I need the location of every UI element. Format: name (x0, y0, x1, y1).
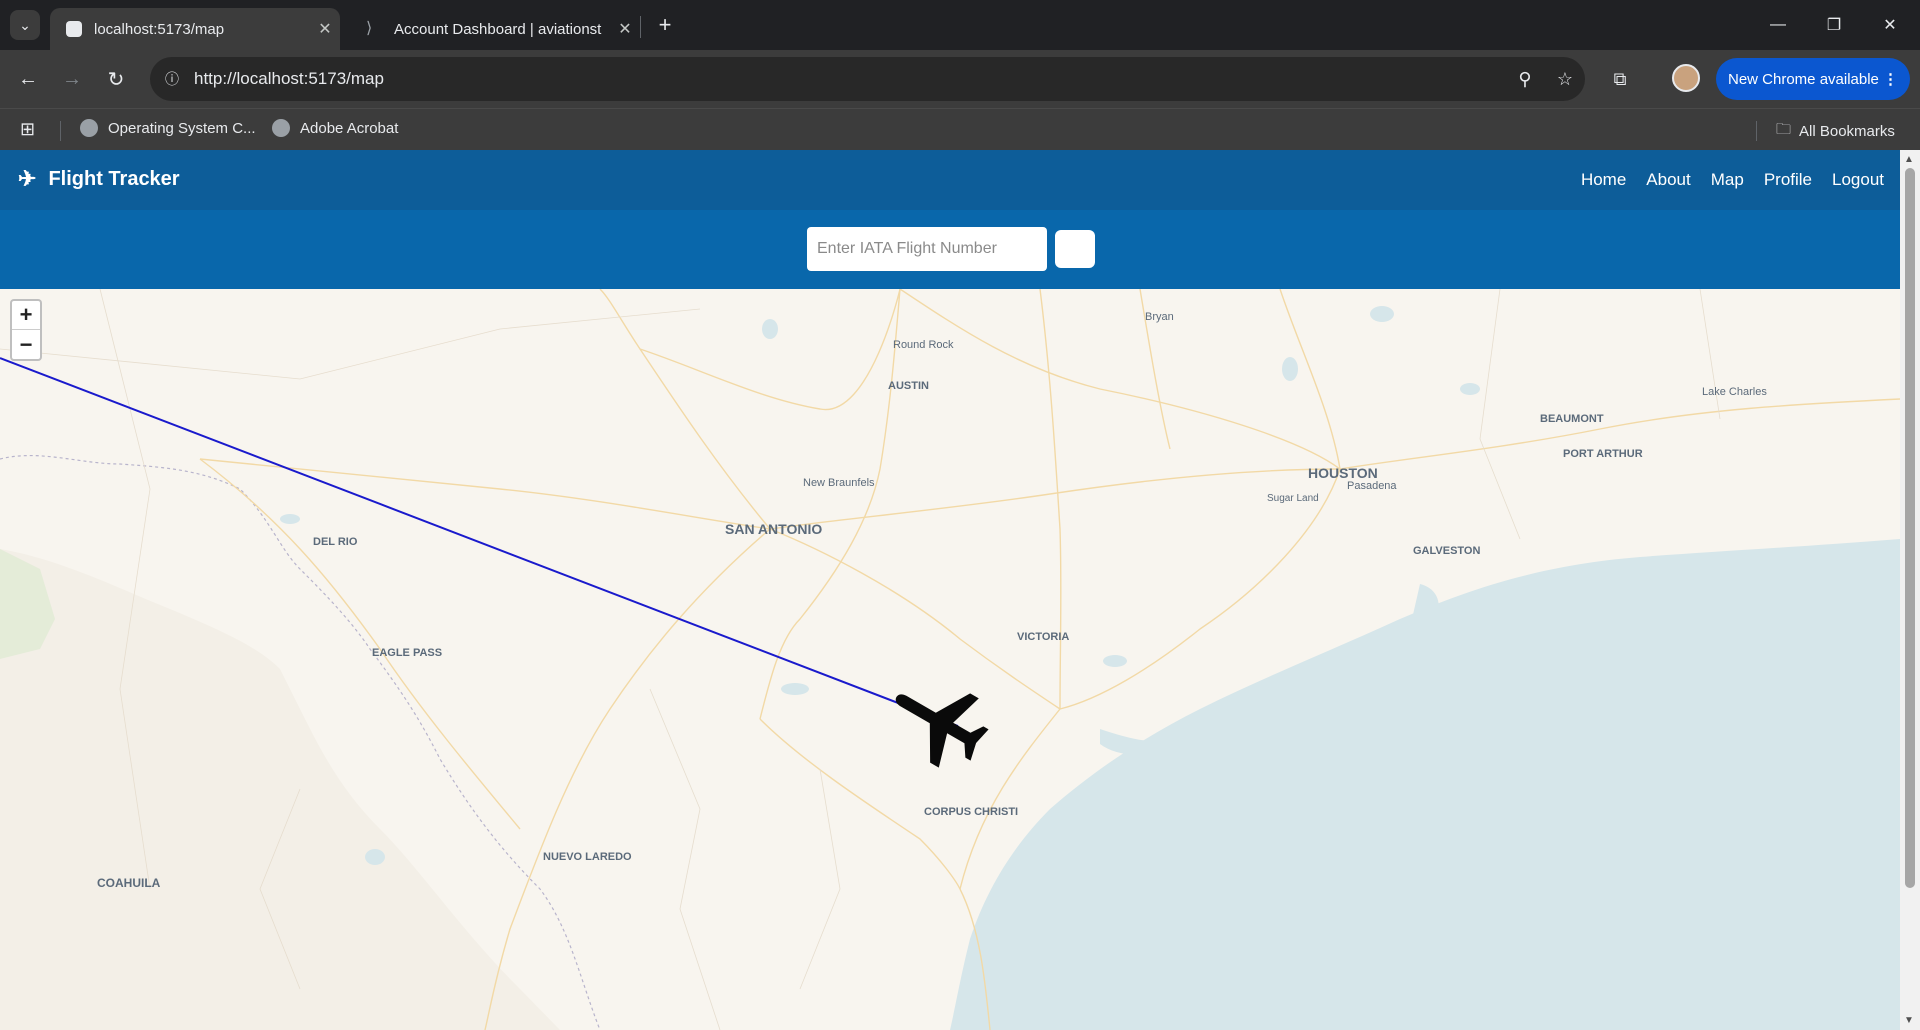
url-text: http://localhost:5173/map (194, 69, 384, 88)
nav-map[interactable]: Map (1711, 170, 1744, 190)
map-label: Bryan (1145, 311, 1174, 323)
mexico-region (0, 549, 560, 1030)
all-bookmarks-button[interactable]: 🗀 All Bookmarks (1776, 119, 1895, 144)
map-label: NUEVO LAREDO (543, 851, 632, 863)
minimize-icon[interactable]: — (1750, 0, 1806, 50)
map-label: GALVESTON (1413, 545, 1480, 557)
tab-title: localhost:5173/map (94, 20, 225, 38)
bookmark-label: Operating System C... (108, 119, 256, 137)
tab-account-dashboard[interactable]: ⟩ Account Dashboard | aviationst ✕ (350, 8, 640, 50)
browser-toolbar: ← → ↻ ⓘ http://localhost:5173/map ⚲ ☆ ⧉ … (0, 50, 1920, 108)
globe-icon (272, 119, 290, 137)
extensions-icon[interactable]: ⧉ (1604, 63, 1636, 95)
tab-localhost-map[interactable]: localhost:5173/map ✕ (50, 8, 340, 50)
map-label: Pasadena (1347, 480, 1397, 492)
chrome-update-button[interactable]: New Chrome available ⋮ (1716, 58, 1910, 100)
map-label: PORT ARTHUR (1563, 448, 1643, 460)
airplane-marker-icon (895, 693, 989, 768)
page-scrollbar[interactable]: ▲ ▼ (1900, 150, 1920, 1030)
folder-icon: 🗀 (1776, 121, 1792, 138)
map-label: CORPUS CHRISTI (924, 806, 1018, 818)
apps-grid-icon[interactable]: ⊞ (20, 119, 35, 140)
bookmarks-bar: ⊞ Operating System C... Adobe Acrobat 🗀 … (0, 108, 1920, 150)
brand[interactable]: ✈ Flight Tracker (18, 166, 180, 192)
restore-icon[interactable]: ❐ (1806, 0, 1862, 50)
bookmark-separator (1756, 121, 1757, 141)
chrome-update-label: New Chrome available (1728, 70, 1879, 88)
address-bar[interactable]: ⓘ http://localhost:5173/map ⚲ ☆ (150, 57, 1585, 101)
close-tab-icon[interactable]: ✕ (310, 19, 340, 39)
scrollbar-thumb[interactable] (1905, 168, 1915, 888)
map-canvas[interactable]: Bryan Round Rock AUSTIN Lake Charles BEA… (0, 289, 1900, 1030)
map-label: Lake Charles (1702, 386, 1767, 398)
map-label: COAHUILA (97, 876, 161, 890)
tab-search-button[interactable]: ⌄ (10, 10, 40, 40)
bookmark-star-icon[interactable]: ☆ (1545, 69, 1585, 90)
map-label: Sugar Land (1267, 493, 1319, 504)
globe-icon (80, 119, 98, 137)
nav-links: Home About Map Profile Logout (1581, 170, 1884, 190)
nav-logout[interactable]: Logout (1832, 170, 1884, 190)
forward-icon[interactable]: → (56, 63, 88, 95)
map-label: BEAUMONT (1540, 413, 1604, 425)
close-tab-icon[interactable]: ✕ (610, 19, 640, 39)
brand-title: Flight Tracker (48, 167, 180, 190)
nav-about[interactable]: About (1646, 170, 1690, 190)
map-label: DEL RIO (313, 536, 358, 548)
close-window-icon[interactable]: ✕ (1862, 0, 1918, 50)
map[interactable]: Bryan Round Rock AUSTIN Lake Charles BEA… (0, 289, 1900, 1030)
map-label: EAGLE PASS (372, 647, 442, 659)
zoom-out-button[interactable]: − (12, 330, 40, 359)
bookmark-label: Adobe Acrobat (300, 119, 399, 137)
tab-title: Account Dashboard | aviationst (394, 20, 602, 38)
back-icon[interactable]: ← (12, 63, 44, 95)
zoom-icon[interactable]: ⚲ (1505, 69, 1545, 90)
site-info-icon[interactable]: ⓘ (150, 69, 194, 89)
bookmark-operating-system[interactable]: Operating System C... (80, 119, 256, 137)
map-label: HOUSTON (1308, 465, 1378, 481)
map-label: Round Rock (893, 339, 954, 351)
tab-favicon-icon (66, 21, 82, 37)
more-menu-icon[interactable]: ⋮ (1883, 70, 1898, 88)
flight-number-input[interactable] (807, 227, 1047, 271)
map-label: New Braunfels (803, 477, 875, 489)
airplane-logo-icon: ✈ (18, 166, 37, 191)
zoom-in-button[interactable]: + (12, 301, 40, 330)
new-tab-button[interactable]: + (650, 10, 680, 40)
scroll-up-icon[interactable]: ▲ (1904, 154, 1914, 165)
profile-avatar[interactable] (1672, 64, 1700, 92)
app-navbar: ✈ Flight Tracker Home About Map Profile … (0, 150, 1900, 210)
search-button[interactable] (1055, 230, 1095, 268)
browser-tabstrip: ⌄ localhost:5173/map ✕ ⟩ Account Dashboa… (0, 0, 1920, 50)
app-viewport: ✈ Flight Tracker Home About Map Profile … (0, 150, 1900, 1030)
zoom-control: + − (10, 299, 42, 361)
nav-profile[interactable]: Profile (1764, 170, 1812, 190)
map-label: VICTORIA (1017, 631, 1069, 643)
scroll-down-icon[interactable]: ▼ (1904, 1015, 1914, 1026)
tab-favicon-icon: ⟩ (366, 20, 373, 37)
all-bookmarks-label: All Bookmarks (1799, 123, 1895, 140)
nav-home[interactable]: Home (1581, 170, 1626, 190)
bookmark-separator (60, 121, 61, 141)
bookmark-adobe-acrobat[interactable]: Adobe Acrobat (272, 119, 398, 137)
map-label: SAN ANTONIO (725, 521, 822, 537)
tab-separator (640, 16, 641, 38)
reload-icon[interactable]: ↻ (100, 63, 132, 95)
flight-search-bar (0, 210, 1900, 289)
map-label: AUSTIN (888, 380, 929, 392)
